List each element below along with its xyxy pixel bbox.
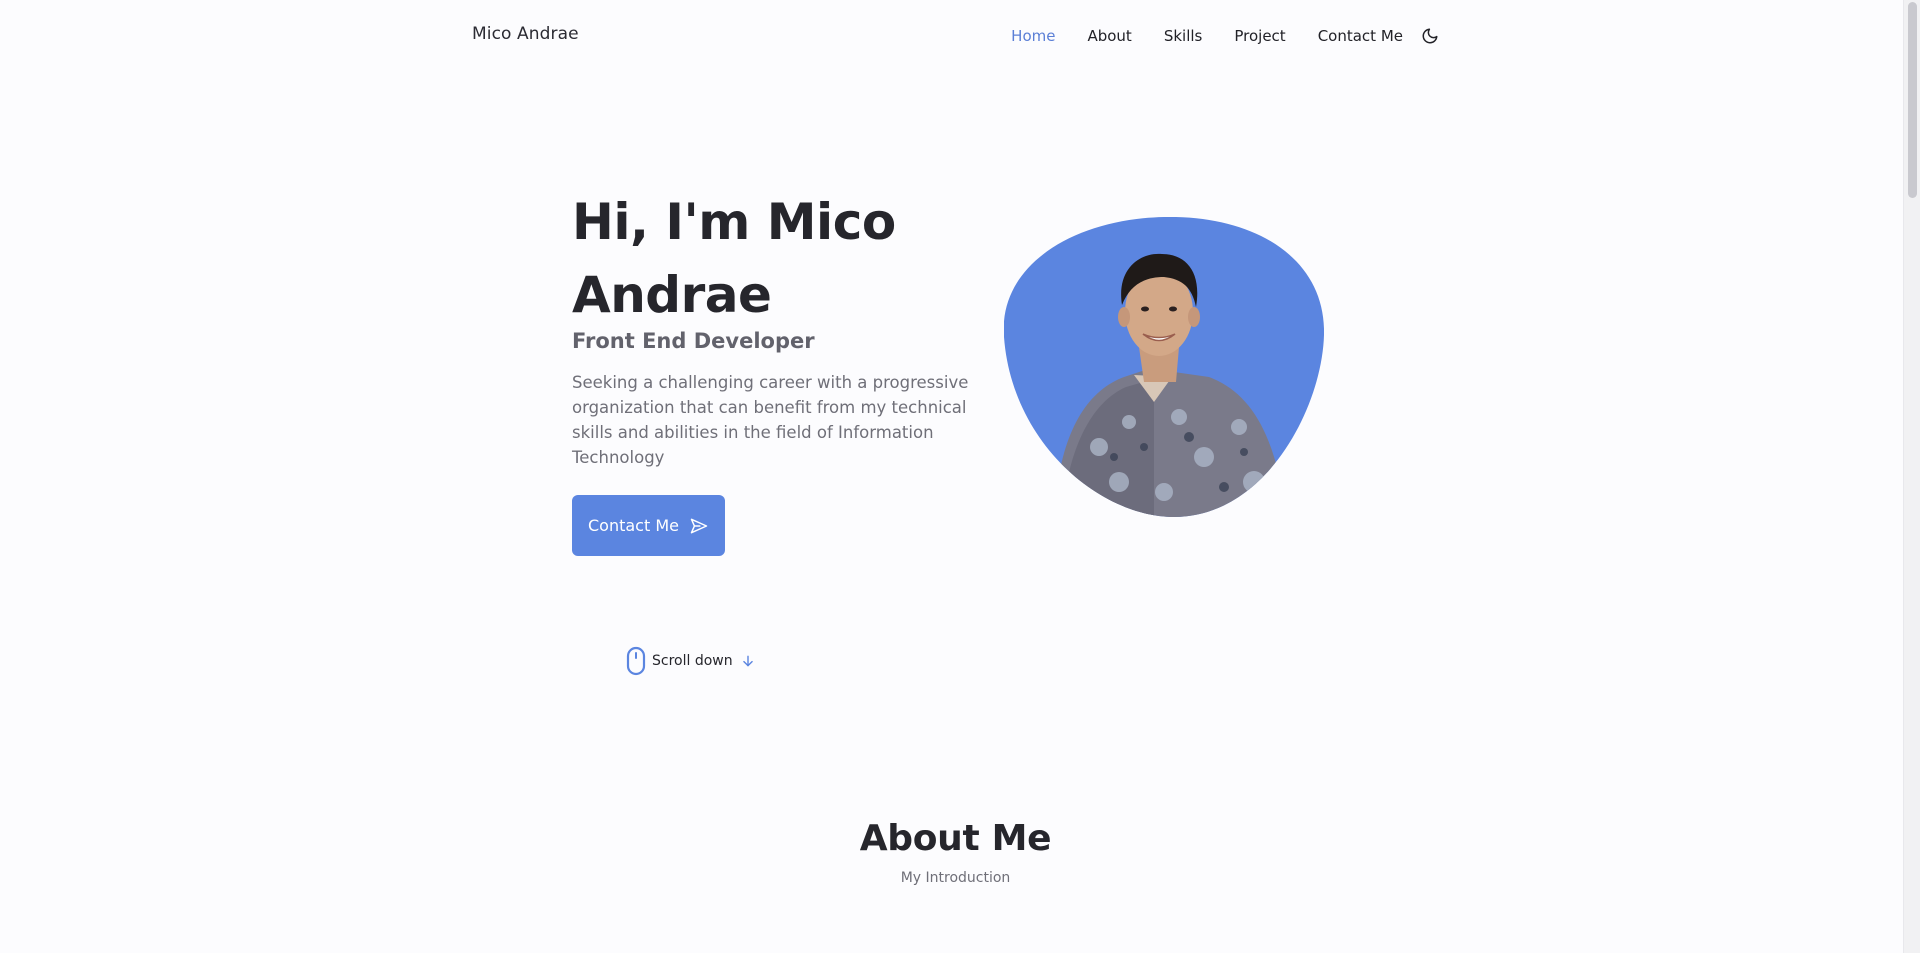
site-header: Mico Andrae Home About Skills Project Co… [0,0,1903,72]
nav-project[interactable]: Project [1234,27,1285,45]
nav-contact[interactable]: Contact Me [1318,27,1403,45]
scrollbar-thumb[interactable] [1908,2,1917,198]
about-title: About Me [859,818,1052,859]
hero-title-line2: Andrae [572,266,772,324]
portfolio-page: Mico Andrae Home About Skills Project Co… [0,0,1920,953]
scroll-down-link[interactable]: Scroll down [626,646,755,676]
send-icon [690,518,708,533]
hero-title: Hi, I'm Mico Andrae [572,186,952,332]
scroll-down-label: Scroll down [652,653,733,669]
hero-title-line1: Hi, I'm Mico [572,193,896,251]
hero-description: Seeking a challenging career with a prog… [572,373,969,467]
hero-blob [1004,217,1324,517]
about-subtitle: My Introduction [900,870,1011,886]
nav-skills[interactable]: Skills [1164,27,1203,45]
theme-toggle-button[interactable] [1420,26,1440,46]
contact-me-button-label: Contact Me [588,516,679,535]
page-scrollbar[interactable] [1903,0,1920,953]
mouse-icon [626,646,646,676]
moon-icon [1422,28,1438,44]
contact-me-button[interactable]: Contact Me [572,495,725,556]
site-logo[interactable]: Mico Andrae [472,24,579,44]
hero-subtitle: Front End Developer [572,329,815,353]
main-nav: Home About Skills Project Contact Me [1011,0,1440,72]
nav-home[interactable]: Home [1011,27,1055,45]
nav-about[interactable]: About [1087,27,1131,45]
arrow-down-icon [742,655,753,667]
